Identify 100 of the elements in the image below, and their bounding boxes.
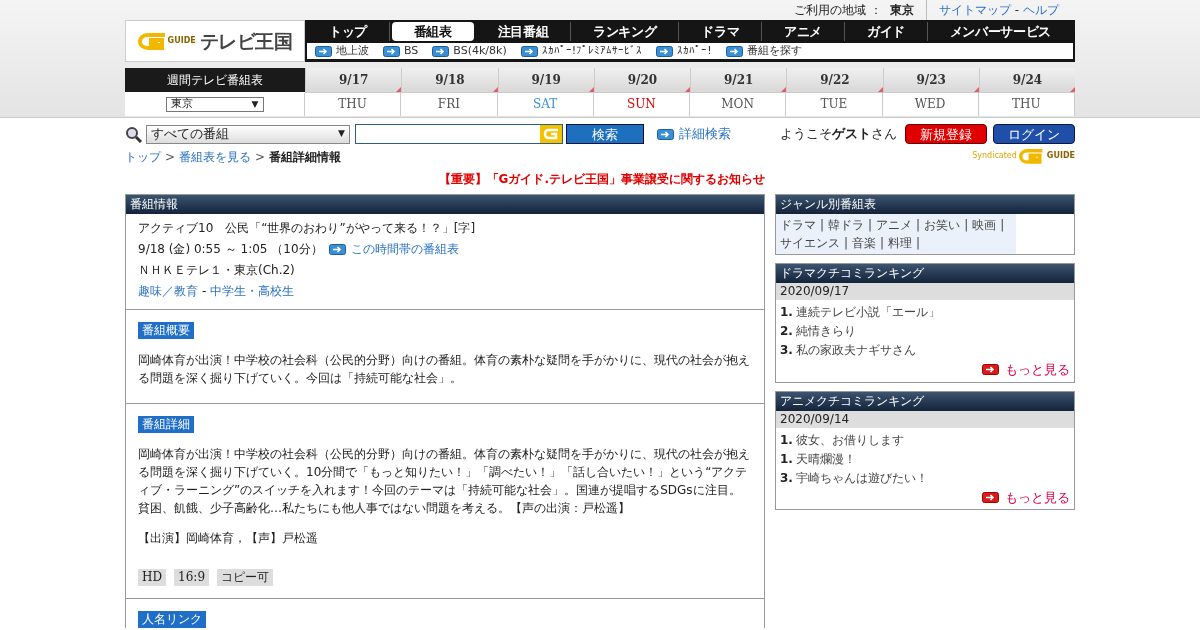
link-separator: | bbox=[868, 217, 873, 234]
sub-nav-link[interactable]: 番組を探す bbox=[725, 42, 802, 60]
breadcrumb-separator: > bbox=[255, 149, 266, 166]
date-cell[interactable]: 9/21 bbox=[690, 68, 787, 93]
g-logo-icon bbox=[1018, 148, 1045, 164]
channel-name: ＮＨＫＥテレ１・東京(Ch.2) bbox=[138, 262, 296, 278]
login-button[interactable]: ログイン bbox=[993, 124, 1075, 144]
format-tag: コピー可 bbox=[217, 569, 274, 586]
sub-nav-label: ｽｶﾊﾟｰ! bbox=[677, 42, 712, 59]
site-logo[interactable]: GUIDE テレビ王国 bbox=[125, 20, 305, 62]
format-tag: HD bbox=[138, 569, 167, 586]
date-cell[interactable]: 9/22 bbox=[786, 68, 883, 93]
region-label: ご利用の地域 ： bbox=[793, 2, 882, 19]
genre-link[interactable]: 音楽 bbox=[852, 234, 877, 252]
sub-nav-label: BS bbox=[404, 42, 419, 59]
genre-separator: - bbox=[202, 283, 207, 299]
date-cell[interactable]: 9/24 bbox=[978, 68, 1075, 93]
sub-nav-label: BS(4k/8k) bbox=[453, 42, 507, 59]
link-label: もっと見る bbox=[1005, 488, 1070, 507]
breadcrumb-current: 番組詳細情報 bbox=[269, 149, 342, 166]
sub-nav-link[interactable]: BS bbox=[383, 42, 419, 60]
weekday-cell[interactable]: FRI bbox=[401, 92, 498, 116]
nav-tab[interactable]: 番組表 bbox=[391, 22, 474, 41]
search-button[interactable]: 検索 bbox=[566, 124, 644, 144]
link-separator: | bbox=[916, 217, 921, 234]
sub-nav-link[interactable]: BS(4k/8k) bbox=[432, 42, 507, 60]
date-cell[interactable]: 9/20 bbox=[593, 68, 690, 93]
section-text: 【出演】岡崎体育，【声】戸松遥 bbox=[138, 530, 319, 547]
genre-link[interactable]: アニメ bbox=[876, 216, 913, 234]
ranking-title[interactable]: 純情きらり bbox=[795, 322, 856, 341]
date-cell[interactable]: 9/19 bbox=[497, 68, 594, 93]
more-link[interactable]: もっと見る bbox=[982, 487, 1070, 507]
logo-mark: GUIDE bbox=[1046, 150, 1075, 162]
program-title: アクティブ10 公民「“世界のおわり”がやって来る！？」[字] bbox=[138, 220, 477, 236]
advanced-search-link[interactable]: 詳細検索 bbox=[657, 124, 731, 144]
ranking-title[interactable]: 彼女、お借りします bbox=[795, 430, 904, 450]
category-select[interactable]: すべての番組 ▼ bbox=[146, 124, 350, 144]
date-cell[interactable]: 9/17 bbox=[305, 68, 402, 93]
link-label: もっと見る bbox=[1005, 361, 1070, 379]
top-link[interactable]: サイトマップ bbox=[938, 1, 1011, 19]
g-logo-icon bbox=[543, 128, 559, 140]
weekday-cell[interactable]: SAT bbox=[497, 92, 594, 116]
sub-nav-link[interactable]: ｽｶﾊﾟｰ! bbox=[656, 42, 712, 60]
timeslot-link[interactable]: この時間帯の番組表 bbox=[328, 241, 459, 257]
notice-link[interactable]: 【重要】「Gガイド.テレビ王国」事業譲受に関するお知らせ bbox=[438, 170, 765, 188]
logo-text: テレビ王国 bbox=[199, 28, 293, 54]
link-label: この時間帯の番組表 bbox=[350, 241, 459, 257]
broadcast-time: 9/18 (金) 0:55 ～ 1:05 （10分） bbox=[138, 241, 323, 257]
breadcrumb-link[interactable]: トップ bbox=[125, 148, 161, 166]
more-link[interactable]: もっと見る bbox=[982, 360, 1070, 380]
weekday-cell[interactable]: WED bbox=[882, 92, 979, 116]
nav-tab[interactable]: メンバーサービス bbox=[927, 22, 1074, 41]
genre-link[interactable]: 映画 bbox=[972, 216, 997, 234]
nav-tab[interactable]: ガイド bbox=[845, 22, 928, 41]
rank-number: 2. bbox=[780, 323, 793, 340]
top-link[interactable]: ヘルプ bbox=[1023, 1, 1059, 19]
ranking-date: 2020/09/17 bbox=[776, 283, 1074, 300]
region-select[interactable]: 東京 ▼ bbox=[165, 96, 264, 112]
ranking-title[interactable]: 私の家政夫ナギサさん bbox=[795, 341, 916, 360]
sub-nav-link[interactable]: ｽｶﾊﾟｰ!ﾌﾟﾚﾐｱﾑｻｰﾋﾞｽ bbox=[520, 42, 643, 60]
genre-link[interactable]: 韓ドラ bbox=[828, 216, 865, 234]
nav-tab[interactable]: アニメ bbox=[762, 22, 845, 41]
weekday-cell[interactable]: MON bbox=[690, 92, 787, 116]
link-separator: | bbox=[880, 235, 885, 252]
weekly-label[interactable]: 週間テレビ番組表 bbox=[125, 68, 305, 93]
weekday-cell[interactable]: THU bbox=[305, 92, 402, 116]
nav-tab[interactable]: ドラマ bbox=[679, 22, 763, 41]
nav-tab[interactable]: 注目番組 bbox=[475, 22, 572, 41]
rank-number: 1. bbox=[780, 431, 793, 449]
search-field[interactable] bbox=[355, 124, 563, 144]
syndicated-text: Syndicated bbox=[972, 150, 1017, 162]
breadcrumb-separator: > bbox=[165, 149, 176, 166]
genre-link[interactable]: 趣味／教育 bbox=[138, 283, 198, 299]
genre-link[interactable]: お笑い bbox=[924, 216, 961, 234]
register-button[interactable]: 新規登録 bbox=[905, 124, 987, 144]
sub-nav-label: ｽｶﾊﾟｰ!ﾌﾟﾚﾐｱﾑｻｰﾋﾞｽ bbox=[541, 42, 643, 59]
nav-tab[interactable]: トップ bbox=[307, 22, 390, 41]
logo-mark: GUIDE bbox=[167, 35, 196, 47]
genre-link[interactable]: 料理 bbox=[888, 234, 913, 252]
link-separator: | bbox=[916, 235, 921, 252]
panel-header: アニメクチコミランキング bbox=[776, 391, 1074, 411]
g-logo-icon bbox=[137, 31, 168, 51]
breadcrumb-link[interactable]: 番組表を見る bbox=[179, 148, 252, 166]
sub-nav-link[interactable]: 地上波 bbox=[315, 42, 369, 60]
genre-link[interactable]: 中学生・高校生 bbox=[210, 283, 295, 299]
genre-link[interactable]: サイエンス bbox=[780, 234, 840, 252]
link-separator: | bbox=[1000, 217, 1005, 234]
panel-header: ジャンル別番組表 bbox=[776, 195, 1074, 214]
date-cell[interactable]: 9/23 bbox=[882, 68, 979, 93]
sub-nav-label: 地上波 bbox=[336, 42, 369, 59]
ranking-title[interactable]: 連続テレビ小説「エール」 bbox=[795, 303, 940, 322]
genre-link[interactable]: ドラマ bbox=[780, 216, 816, 234]
rank-number: 1. bbox=[780, 304, 793, 321]
weekday-cell[interactable]: TUE bbox=[786, 92, 883, 116]
ranking-title[interactable]: 天晴爛漫！ bbox=[795, 449, 856, 469]
section-text: 岡崎体育が出演！中学校の社会科（公民的分野）向けの番組。体育の素朴な疑問を手がかりに、現代の社会が抱える問題を深く掘り下げていく。今回は「持続可能な社会」。 bbox=[138, 352, 751, 387]
rank-number: 3. bbox=[780, 469, 793, 487]
date-cell[interactable]: 9/18 bbox=[401, 68, 498, 93]
nav-tab[interactable]: ランキング bbox=[571, 22, 680, 41]
ranking-title[interactable]: 宇崎ちゃんは遊びたい！ bbox=[795, 468, 928, 488]
